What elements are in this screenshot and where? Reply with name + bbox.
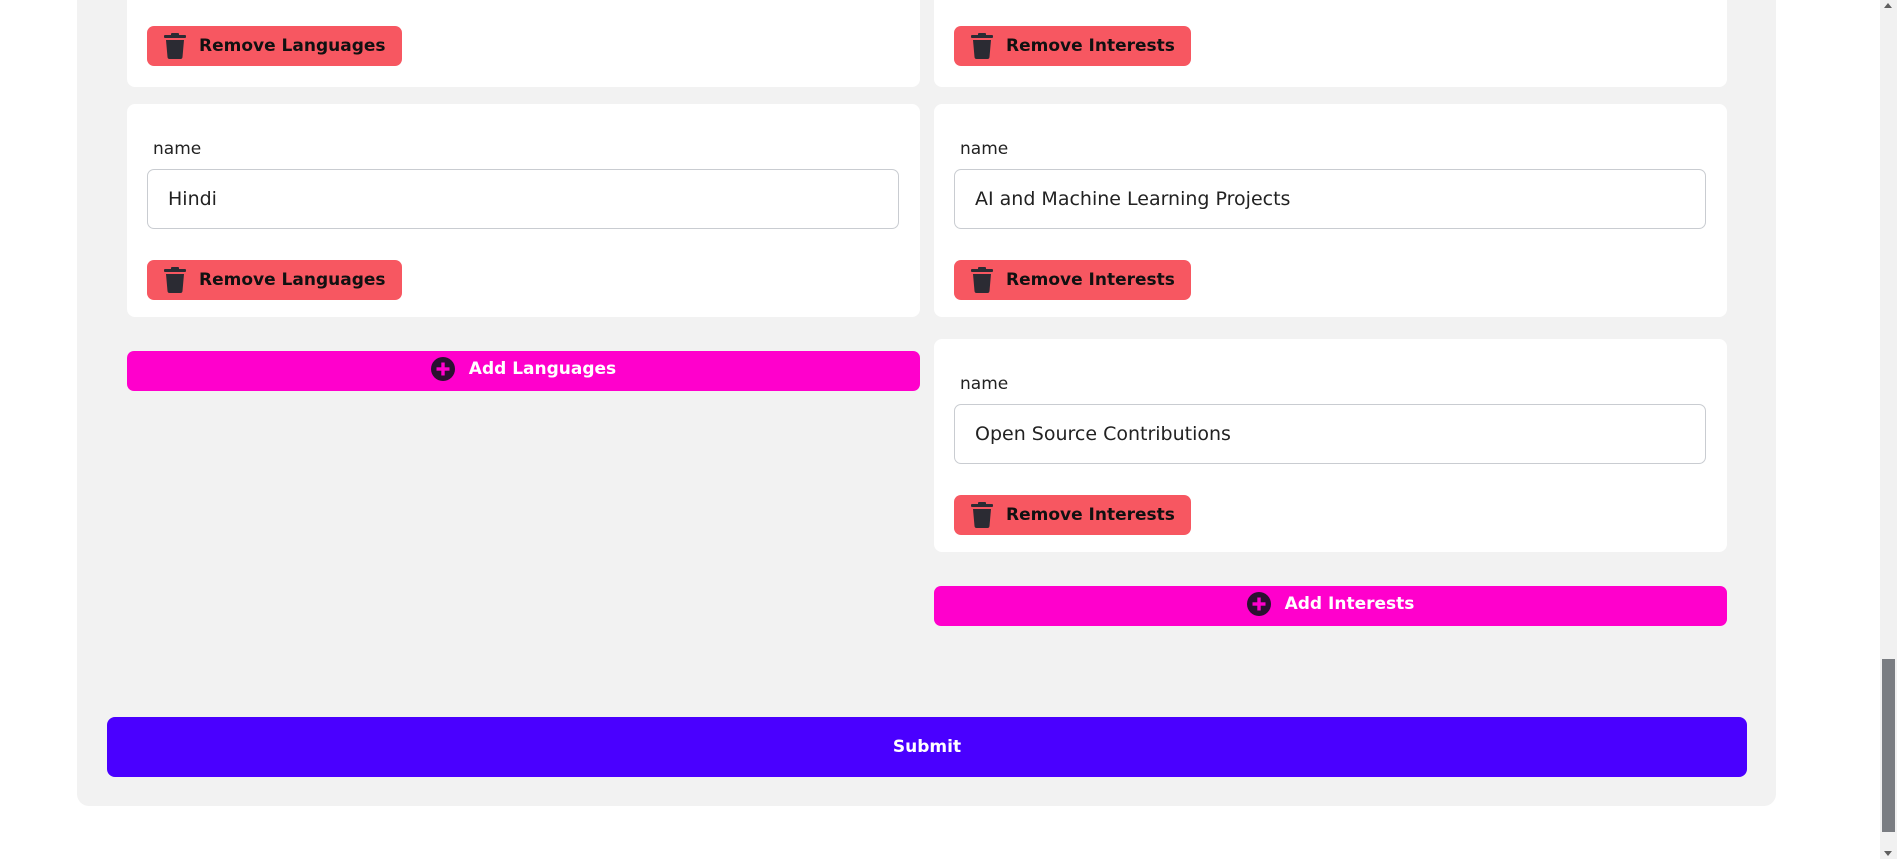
submit-button[interactable]: Submit — [107, 717, 1747, 777]
remove-language-label: Remove Languages — [199, 270, 386, 290]
interest-name-input[interactable] — [954, 169, 1706, 229]
remove-interest-label: Remove Interests — [1006, 505, 1175, 525]
add-interest-button[interactable]: Add Interests — [934, 586, 1727, 626]
language-name-input[interactable] — [147, 169, 899, 229]
field-label: name — [153, 139, 202, 159]
remove-interest-button[interactable]: Remove Interests — [954, 260, 1191, 300]
trash-icon — [164, 33, 186, 59]
remove-language-button[interactable]: Remove Languages — [147, 26, 402, 66]
remove-interest-button[interactable]: Remove Interests — [954, 26, 1191, 66]
field-label: name — [960, 374, 1009, 394]
interest-card: Remove Interests — [934, 0, 1727, 87]
language-card: name Remove Languages — [127, 104, 920, 317]
vertical-scrollbar[interactable] — [1880, 0, 1897, 859]
interest-card: name Remove Interests — [934, 104, 1727, 317]
remove-language-label: Remove Languages — [199, 36, 386, 56]
form-panel: Remove Languages name Remove Languages — [77, 0, 1776, 806]
language-card: Remove Languages — [127, 0, 920, 87]
add-language-button[interactable]: Add Languages — [127, 351, 920, 391]
field-label: name — [960, 139, 1009, 159]
trash-icon — [971, 267, 993, 293]
plus-circle-icon — [430, 356, 455, 381]
interest-card: name Remove Interests — [934, 339, 1727, 552]
plus-circle-icon — [1246, 591, 1271, 616]
interest-name-input[interactable] — [954, 404, 1706, 464]
trash-icon — [971, 33, 993, 59]
scroll-up-arrow-icon[interactable] — [1884, 3, 1892, 8]
remove-language-button[interactable]: Remove Languages — [147, 260, 402, 300]
remove-interest-button[interactable]: Remove Interests — [954, 495, 1191, 535]
trash-icon — [971, 502, 993, 528]
add-language-label: Add Languages — [468, 358, 617, 379]
remove-interest-label: Remove Interests — [1006, 36, 1175, 56]
scroll-down-arrow-icon[interactable] — [1884, 851, 1892, 856]
trash-icon — [164, 267, 186, 293]
remove-interest-label: Remove Interests — [1006, 270, 1175, 290]
scrollbar-thumb[interactable] — [1882, 659, 1895, 832]
page: Remove Languages name Remove Languages — [0, 0, 1897, 859]
add-interest-label: Add Interests — [1284, 593, 1415, 614]
